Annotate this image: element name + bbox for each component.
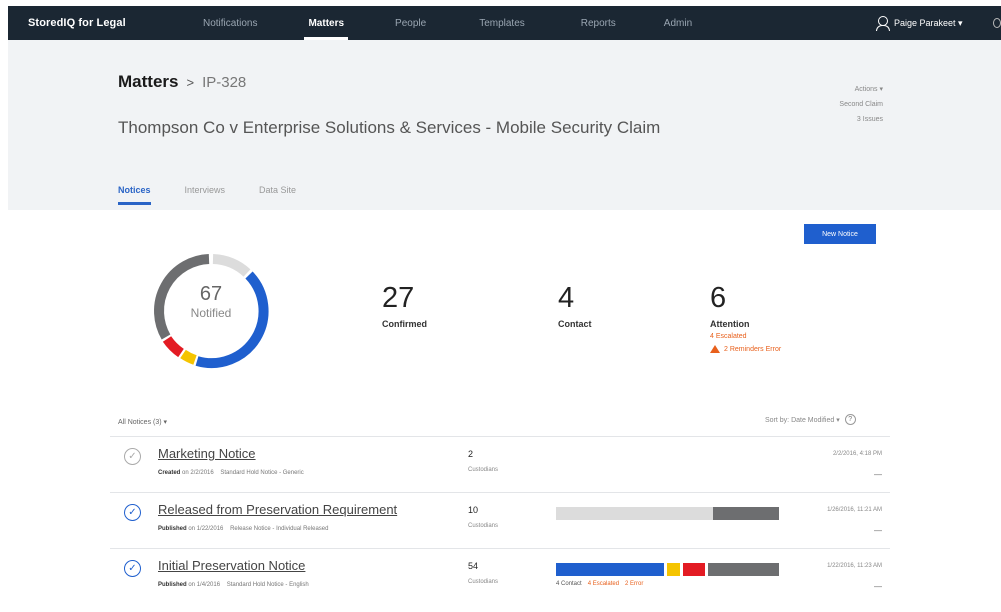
- notified-label: Notified: [190, 306, 232, 320]
- nav-notifications[interactable]: Notifications: [203, 6, 257, 40]
- contact-count: 4: [558, 282, 575, 314]
- bar-segment-yellow: [667, 563, 680, 576]
- help-icon[interactable]: ?: [844, 414, 856, 425]
- nav-reports[interactable]: Reports: [581, 6, 616, 40]
- custodian-count: 2: [468, 449, 474, 459]
- legend-contact[interactable]: 4 Contact: [556, 581, 582, 587]
- bar-segment-red: [683, 563, 705, 576]
- donut-segment-light: [212, 254, 251, 277]
- notice-title[interactable]: Released from Preservation Requirement: [158, 502, 397, 517]
- sort-label[interactable]: Sort by: Date Modified ▾: [765, 416, 840, 424]
- top-nav: StoredIQ for Legal Notifications Matters…: [8, 6, 1001, 40]
- actions-dropdown[interactable]: Actions ▾: [839, 82, 883, 97]
- notice-date-short: 1/4/2016: [196, 582, 221, 588]
- user-name: Paige Parakeet ▾: [894, 17, 963, 28]
- stat-confirmed[interactable]: 27 Confirmed: [382, 283, 427, 329]
- notice-meta: Published on 1/22/2016 Release Notice - …: [158, 526, 329, 532]
- new-notice-button[interactable]: New Notice: [804, 224, 876, 244]
- attention-label: Attention: [710, 319, 750, 329]
- legend-error[interactable]: 2 Error: [625, 581, 643, 587]
- notice-modified-date: 1/22/2016, 11:23 AM: [827, 563, 882, 569]
- custodian-count: 10: [468, 505, 479, 515]
- notice-modified-date: 2/2/2016, 4:18 PM: [832, 451, 882, 457]
- notice-status: Created: [158, 470, 181, 476]
- check-circle-icon: ✓: [124, 504, 141, 521]
- row-menu[interactable]: —: [874, 582, 882, 591]
- nav-links: Notifications Matters People Templates R…: [178, 6, 692, 40]
- notice-meta: Published on 1/4/2016 Standard Hold Noti…: [158, 582, 309, 588]
- donut-segment-yellow: [180, 349, 197, 365]
- stat-contact[interactable]: 4 Contact: [558, 283, 592, 329]
- notice-meta: Created on 2/2/2016 Standard Hold Notice…: [158, 470, 304, 476]
- pending-check-icon: ✓: [124, 448, 141, 465]
- notice-template: Release Notice - Individual Released: [230, 526, 329, 532]
- nav-admin[interactable]: Admin: [664, 6, 692, 40]
- bar-segment-blue: [556, 563, 664, 576]
- bar-segment-gray: [713, 507, 779, 520]
- confirmed-label: Confirmed: [382, 319, 427, 329]
- user-icon: [876, 16, 890, 31]
- donut-segment-red: [162, 336, 184, 358]
- bar-segment-gray: [708, 563, 779, 576]
- notice-status: Published: [158, 526, 187, 532]
- bar-legend: 4 Contact 4 Escalated 2 Error: [556, 581, 643, 587]
- header-actions: Actions ▾ Second Claim 3 Issues: [839, 82, 883, 127]
- reminders-error[interactable]: 2 Reminders Error: [710, 345, 781, 353]
- notice-row[interactable]: ✓ Released from Preservation Requirement…: [110, 492, 890, 548]
- notice-modified-date: 1/26/2016, 11:21 AM: [827, 507, 882, 513]
- breadcrumb-matter-id: IP-328: [202, 74, 247, 91]
- tab-interviews[interactable]: Interviews: [185, 185, 226, 205]
- notice-row[interactable]: ✓ Marketing Notice Created on 2/2/2016 S…: [110, 436, 890, 492]
- notice-date-short: 2/2/2016: [190, 470, 214, 476]
- custodian-label: Custodians: [468, 523, 499, 529]
- user-menu[interactable]: Paige Parakeet ▾: [876, 6, 963, 40]
- notice-filter-dropdown[interactable]: All Notices (3) ▾: [118, 418, 167, 426]
- notified-count: 67: [199, 283, 223, 305]
- reminders-error-label: 2 Reminders Error: [724, 345, 782, 353]
- attention-count: 6: [710, 282, 727, 314]
- tab-notices[interactable]: Notices: [118, 185, 151, 205]
- warning-icon: [710, 345, 720, 353]
- breadcrumb-separator: >: [186, 75, 195, 90]
- tab-bar: Notices Interviews Data Site: [118, 185, 296, 205]
- custodian-label: Custodians: [468, 579, 499, 585]
- check-circle-icon: ✓: [124, 560, 141, 577]
- actions-line-2: Second Claim: [839, 101, 883, 108]
- donut-center: 67 Notified: [153, 284, 269, 320]
- notice-template: Standard Hold Notice - English: [226, 582, 309, 588]
- notice-date-short: 1/22/2016: [196, 526, 224, 532]
- confirmed-count: 27: [382, 282, 415, 314]
- row-menu[interactable]: —: [874, 470, 882, 479]
- nav-matters[interactable]: Matters: [304, 6, 348, 40]
- escalated-link[interactable]: 4 Escalated: [710, 333, 781, 340]
- actions-line-3: 3 Issues: [856, 116, 883, 123]
- more-icon[interactable]: [993, 18, 1001, 28]
- notice-title[interactable]: Marketing Notice: [158, 446, 256, 461]
- sort-control[interactable]: Sort by: Date Modified ▾ ?: [765, 414, 856, 425]
- notice-row[interactable]: ✓ Initial Preservation Notice Published …: [110, 548, 890, 604]
- matter-header: Matters > IP-328 Thompson Co v Enterpris…: [8, 40, 1001, 210]
- nav-templates[interactable]: Templates: [479, 6, 525, 40]
- notice-template: Standard Hold Notice - Generic: [220, 470, 304, 476]
- stat-attention[interactable]: 6 Attention 4 Escalated 2 Reminders Erro…: [710, 283, 781, 353]
- notice-status: Published: [158, 582, 187, 588]
- breadcrumb-matters[interactable]: Matters: [118, 72, 178, 92]
- contact-label: Contact: [558, 319, 592, 329]
- custodian-label: Custodians: [468, 467, 499, 473]
- nav-people[interactable]: People: [395, 6, 426, 40]
- response-progress-bar: [556, 507, 779, 520]
- page-title: Thompson Co v Enterprise Solutions & Ser…: [118, 118, 661, 137]
- row-menu[interactable]: —: [874, 526, 882, 535]
- response-progress-bar: [556, 563, 779, 576]
- brand-logo[interactable]: StoredIQ for Legal: [28, 17, 178, 29]
- notice-title[interactable]: Initial Preservation Notice: [158, 558, 305, 573]
- legend-escalated[interactable]: 4 Escalated: [588, 581, 619, 587]
- custodian-count: 54: [468, 561, 479, 571]
- breadcrumb: Matters > IP-328: [118, 72, 246, 92]
- bar-segment-pending: [556, 507, 713, 520]
- tab-data-site[interactable]: Data Site: [259, 185, 296, 205]
